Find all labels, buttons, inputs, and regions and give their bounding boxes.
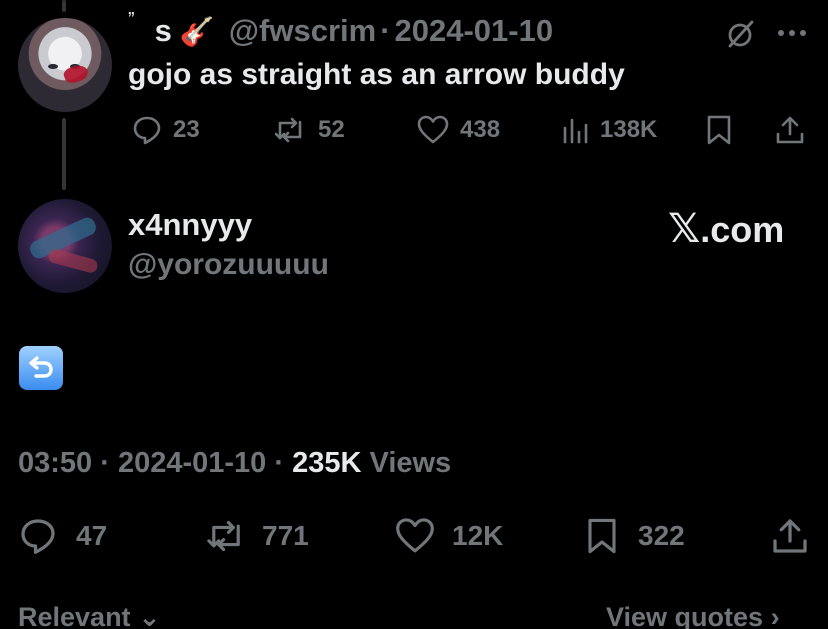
repost-icon [274,117,302,143]
reply-separator: · [380,13,391,48]
post-views-label: Views [369,447,452,479]
meta-separator: · [274,447,285,479]
view-quotes-label: View quotes [606,602,764,629]
views-icon [563,118,588,144]
repost-icon [207,520,240,552]
reply-likes-button[interactable]: 438 [416,114,500,146]
reply-reposts-count: 52 [318,116,345,143]
reply-share-button[interactable] [774,114,806,146]
guitar-emoji: 🎸 [179,15,215,47]
chevron-right-icon: › [770,602,780,629]
bookmark-icon [707,115,731,145]
reply-text: gojo as straight as an arrow buddy [128,58,625,91]
heart-icon [396,518,434,553]
post-time[interactable]: 03:50 [18,447,92,479]
main-author-name[interactable]: x4nnyyy [128,207,252,243]
main-replies-button[interactable]: 47 [18,516,107,556]
reply-post[interactable]: ˮ s 🎸 @fwscrim · 2024-01-10 gojo as stra… [0,0,828,190]
main-author-handle[interactable]: @yorozuuuuu [128,248,329,282]
reply-views-count: 138K [600,116,658,143]
post-date[interactable]: 2024-01-10 [118,447,266,479]
sort-label: Relevant [18,602,131,629]
reply-replies-count: 23 [173,116,200,143]
x-watermark: 𝕏.com [668,206,784,252]
reply-author-prefix: ˮ [128,9,135,32]
chevron-down-icon: ⌄ [138,602,161,629]
reply-bookmark-button[interactable] [704,114,734,146]
post-views-count: 235K [292,447,362,479]
reply-icon [133,116,161,145]
reply-header: ˮ s 🎸 @fwscrim · 2024-01-10 [128,9,554,49]
reply-icon [21,519,55,554]
main-replies-count: 47 [76,520,108,551]
heart-icon [417,115,449,144]
reply-author-avatar[interactable] [18,18,112,112]
sort-replies-dropdown[interactable]: Relevant ⌄ [18,602,161,629]
avatar-art-streak [47,247,99,275]
main-reposts-button[interactable]: 771 [204,516,309,556]
watermark-text: .com [700,209,785,250]
view-quotes-link[interactable]: View quotes › [606,602,780,629]
more-options-icon[interactable] [776,28,808,38]
return-arrow-icon [29,356,53,378]
main-likes-button[interactable]: 12K [394,516,503,556]
main-author-avatar[interactable] [18,199,112,293]
meta-separator: · [100,447,110,479]
main-bookmarks-button[interactable]: 322 [584,516,685,556]
reply-reposts-button[interactable]: 52 [272,114,345,146]
main-bookmarks-count: 322 [638,520,685,551]
reply-likes-count: 438 [460,116,501,143]
avatar-blood-mark [61,62,91,86]
avatar-eye-left [48,64,58,69]
post-meta: 03:50 · 2024-01-10 · 235K Views [18,447,451,480]
reply-views-button[interactable]: 138K [562,114,657,146]
reply-replies-button[interactable]: 23 [131,114,200,146]
reply-date[interactable]: 2024-01-10 [395,13,554,49]
grok-icon[interactable] [724,18,756,50]
reply-author-handle[interactable]: @fwscrim [229,13,376,49]
return-arrow-emoji [19,346,63,390]
main-reposts-count: 771 [262,520,309,551]
main-likes-count: 12K [452,520,504,551]
bookmark-icon [588,518,616,554]
reply-author-name[interactable]: s [155,13,172,49]
share-icon [776,116,804,144]
main-share-button[interactable] [770,516,810,556]
share-icon [773,519,807,553]
x-logo-icon: 𝕏 [668,206,701,252]
